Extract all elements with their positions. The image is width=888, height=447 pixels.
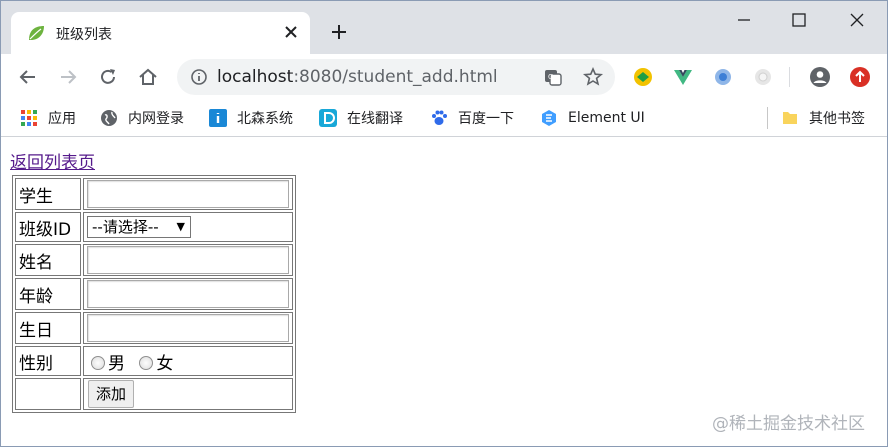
new-tab-icon[interactable] xyxy=(327,20,351,44)
empty-cell xyxy=(15,378,81,410)
browser-toolbar: localhost:8080/student_add.html G xyxy=(0,54,888,99)
age-field-cell xyxy=(83,278,293,310)
age-label: 年龄 xyxy=(15,278,81,310)
close-window-icon[interactable] xyxy=(845,8,869,32)
bookmarks-bar: 应用 内网登录 北森系统 在线翻译 百度一下 Element UI 其他书签 xyxy=(0,99,888,137)
birthday-input[interactable] xyxy=(87,314,289,342)
info-icon[interactable] xyxy=(187,65,211,89)
translate-icon[interactable]: G xyxy=(541,65,565,89)
table-row: 生日 xyxy=(15,312,293,344)
minimize-icon[interactable] xyxy=(732,8,756,32)
back-to-list-link[interactable]: 返回列表页 xyxy=(10,151,296,175)
beisen-icon xyxy=(209,109,227,127)
table-row: 性别 男 女 xyxy=(15,346,293,376)
address-bar[interactable]: localhost:8080/student_add.html G xyxy=(177,59,615,95)
reload-icon[interactable] xyxy=(96,65,120,89)
class-id-select[interactable]: --请选择-- ▼ xyxy=(87,216,191,238)
update-icon[interactable] xyxy=(848,65,872,89)
close-tab-icon[interactable] xyxy=(281,22,301,42)
student-form-table: 学生 班级ID --请选择-- ▼ 姓名 年龄 生日 性别 男 女 添加 xyxy=(12,175,296,413)
url-host: localhost xyxy=(217,67,294,87)
gender-female-radio[interactable] xyxy=(139,355,154,370)
home-icon[interactable] xyxy=(136,65,160,89)
bookmark-label: 内网登录 xyxy=(128,111,184,127)
url-text: localhost:8080/student_add.html xyxy=(217,67,498,87)
bookmark-translate[interactable]: 在线翻译 xyxy=(319,107,403,129)
student-input[interactable] xyxy=(87,180,289,208)
tab-active[interactable]: 班级列表 xyxy=(11,12,310,54)
bookmark-beisen[interactable]: 北森系统 xyxy=(209,107,293,129)
toolbar-divider xyxy=(789,67,790,87)
apps-grid-icon xyxy=(21,110,37,126)
bookmark-label: 在线翻译 xyxy=(347,111,403,127)
table-row: 班级ID --请选择-- ▼ xyxy=(15,212,293,242)
globe-icon xyxy=(101,110,117,126)
tab-strip: 班级列表 xyxy=(0,0,888,54)
table-row: 年龄 xyxy=(15,278,293,310)
extension-green-icon[interactable] xyxy=(631,65,655,89)
bookmark-label: 应用 xyxy=(48,111,76,127)
table-row: 姓名 xyxy=(15,244,293,276)
student-field-cell xyxy=(83,178,293,210)
bookmark-element-ui[interactable]: Element UI xyxy=(540,107,645,129)
gender-field-cell: 男 女 xyxy=(83,346,293,376)
bookmark-baidu[interactable]: 百度一下 xyxy=(430,107,514,129)
class-id-select-value: --请选择-- xyxy=(92,218,159,236)
class-id-label: 班级ID xyxy=(15,212,81,242)
gender-male-radio[interactable] xyxy=(91,355,105,370)
dropdown-arrow-icon: ▼ xyxy=(176,220,185,233)
bookmark-apps[interactable]: 应用 xyxy=(20,107,76,129)
watermark: @稀土掘金技术社区 xyxy=(712,414,865,434)
bookmarks-separator xyxy=(767,107,768,129)
translate-d-icon xyxy=(319,109,337,127)
bookmark-label: Element UI xyxy=(568,110,645,126)
bookmark-intranet[interactable]: 内网登录 xyxy=(100,107,184,129)
age-input[interactable] xyxy=(87,280,289,308)
vue-devtools-icon[interactable] xyxy=(671,65,695,89)
forward-arrow-icon[interactable] xyxy=(56,65,80,89)
element-ui-icon xyxy=(542,110,556,126)
birthday-field-cell xyxy=(83,312,293,344)
spring-leaf-icon xyxy=(29,26,44,40)
url-path: :8080/student_add.html xyxy=(293,67,498,87)
back-arrow-icon[interactable] xyxy=(16,65,40,89)
tab-title: 班级列表 xyxy=(56,27,112,43)
gender-label: 性别 xyxy=(15,346,81,376)
extension-gray-icon[interactable] xyxy=(751,65,775,89)
profile-avatar-icon[interactable] xyxy=(808,65,832,89)
table-row: 添加 xyxy=(15,378,293,410)
bookmark-label: 北森系统 xyxy=(237,111,293,127)
bookmark-label: 其他书签 xyxy=(809,111,865,127)
gender-male-label: 男 xyxy=(108,353,125,374)
name-field-cell xyxy=(83,244,293,276)
baidu-paw-icon xyxy=(432,110,447,125)
birthday-label: 生日 xyxy=(15,312,81,344)
maximize-icon[interactable] xyxy=(787,8,811,32)
extension-blue-icon[interactable] xyxy=(711,65,735,89)
bookmark-other[interactable]: 其他书签 xyxy=(781,107,865,129)
student-label: 学生 xyxy=(15,178,81,210)
add-button[interactable]: 添加 xyxy=(88,380,135,408)
name-input[interactable] xyxy=(87,246,289,274)
name-label: 姓名 xyxy=(15,244,81,276)
class-id-field-cell: --请选择-- ▼ xyxy=(83,212,293,242)
page-content: 返回列表页 学生 班级ID --请选择-- ▼ 姓名 年龄 生日 性别 男 女 … xyxy=(10,151,296,413)
table-row: 学生 xyxy=(15,178,293,210)
svg-text:G: G xyxy=(548,73,553,81)
folder-icon xyxy=(783,112,797,124)
star-bookmark-icon[interactable] xyxy=(581,65,605,89)
bookmark-label: 百度一下 xyxy=(458,111,514,127)
submit-cell: 添加 xyxy=(83,378,293,410)
gender-female-label: 女 xyxy=(156,353,174,374)
